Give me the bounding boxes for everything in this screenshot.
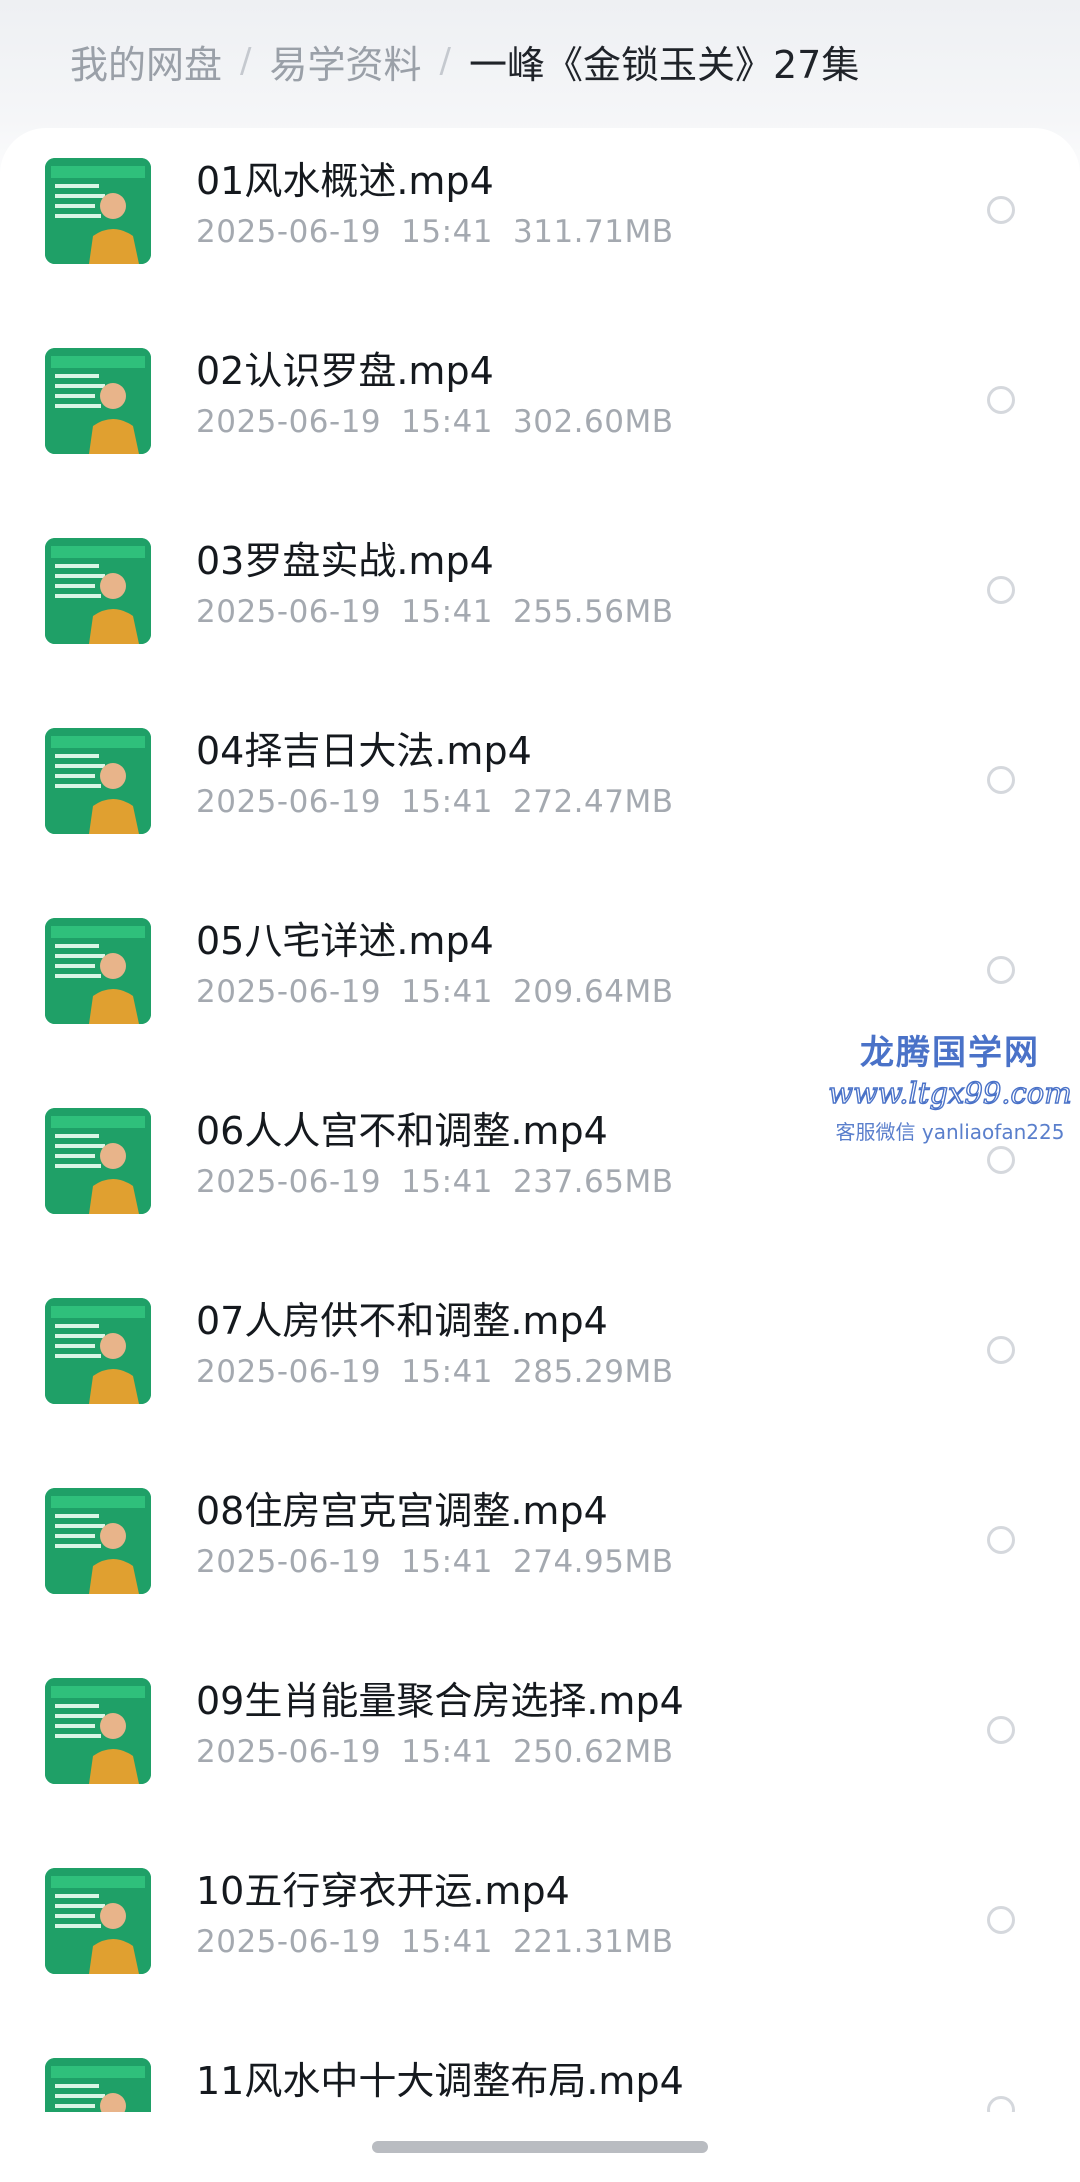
select-radio[interactable] bbox=[987, 196, 1015, 224]
file-name: 05八宅详述.mp4 bbox=[196, 919, 494, 963]
file-date: 2025-06-19 bbox=[196, 1164, 382, 1200]
file-meta: 2025-06-19 15:41 272.47MB bbox=[196, 784, 674, 820]
select-radio[interactable] bbox=[987, 956, 1015, 984]
file-list-item[interactable]: 01风水概述.mp4 2025-06-19 15:41 311.71MB bbox=[0, 158, 1080, 348]
file-date: 2025-06-19 bbox=[196, 1924, 382, 1960]
breadcrumb-item-my-drive[interactable]: 我的网盘 bbox=[70, 34, 222, 89]
file-date: 2025-06-19 bbox=[196, 214, 382, 250]
file-meta: 2025-06-19 15:41 302.60MB bbox=[196, 404, 674, 440]
file-time: 15:41 bbox=[401, 974, 494, 1010]
file-meta: 2025-06-19 15:41 221.31MB bbox=[196, 1924, 674, 1960]
file-time: 15:41 bbox=[401, 1544, 494, 1580]
file-date: 2025-06-19 bbox=[196, 404, 382, 440]
file-size: 274.95MB bbox=[513, 1544, 674, 1580]
breadcrumb-separator: / bbox=[439, 41, 451, 81]
video-thumbnail-icon bbox=[45, 1488, 151, 1594]
file-name: 11风水中十大调整布局.mp4 bbox=[196, 2059, 684, 2103]
file-size: 255.56MB bbox=[513, 594, 674, 630]
file-name: 04择吉日大法.mp4 bbox=[196, 729, 532, 773]
file-size: 221.31MB bbox=[513, 1924, 674, 1960]
breadcrumb-current-folder: 一峰《金锁玉关》27集 bbox=[468, 42, 860, 87]
file-list-panel: 01风水概述.mp4 2025-06-19 15:41 311.71MB 02认识罗… bbox=[0, 128, 1080, 2118]
file-time: 15:41 bbox=[401, 214, 494, 250]
video-thumbnail-icon bbox=[45, 538, 151, 644]
breadcrumb-item-folder[interactable]: 易学资料 bbox=[269, 34, 421, 89]
file-meta: 2025-06-19 15:41 237.65MB bbox=[196, 1164, 674, 1200]
file-meta: 2025-06-19 15:41 255.56MB bbox=[196, 594, 674, 630]
video-thumbnail-icon bbox=[45, 2058, 151, 2118]
select-radio[interactable] bbox=[987, 766, 1015, 794]
file-meta: 2025-06-19 15:41 274.95MB bbox=[196, 1544, 674, 1580]
file-time: 15:41 bbox=[401, 1354, 494, 1390]
file-name: 02认识罗盘.mp4 bbox=[196, 349, 494, 393]
file-name: 06人人宫不和调整.mp4 bbox=[196, 1109, 608, 1153]
file-size: 209.64MB bbox=[513, 974, 674, 1010]
file-name: 08住房宫克宫调整.mp4 bbox=[196, 1489, 608, 1533]
file-date: 2025-06-19 bbox=[196, 784, 382, 820]
file-time: 15:41 bbox=[401, 1924, 494, 1960]
video-thumbnail-icon bbox=[45, 1678, 151, 1784]
file-time: 15:41 bbox=[401, 1734, 494, 1770]
file-date: 2025-06-19 bbox=[196, 594, 382, 630]
file-list-item[interactable]: 07人房供不和调整.mp4 2025-06-19 15:41 285.29MB bbox=[0, 1298, 1080, 1488]
file-size: 302.60MB bbox=[513, 404, 674, 440]
file-name: 09生肖能量聚合房选择.mp4 bbox=[196, 1679, 684, 1723]
select-radio[interactable] bbox=[987, 1336, 1015, 1364]
file-name: 01风水概述.mp4 bbox=[196, 159, 494, 203]
breadcrumb: 我的网盘 / 易学资料 / 一峰《金锁玉关》27集 bbox=[70, 30, 859, 92]
home-indicator[interactable] bbox=[372, 2141, 708, 2153]
file-size: 250.62MB bbox=[513, 1734, 674, 1770]
file-name: 10五行穿衣开运.mp4 bbox=[196, 1869, 570, 1913]
file-size: 237.65MB bbox=[513, 1164, 674, 1200]
file-meta: 2025-06-19 15:41 250.62MB bbox=[196, 1734, 674, 1770]
file-meta: 2025-06-19 15:41 209.64MB bbox=[196, 974, 674, 1010]
file-date: 2025-06-19 bbox=[196, 1544, 382, 1580]
breadcrumb-separator: / bbox=[240, 41, 252, 81]
file-list-item[interactable]: 10五行穿衣开运.mp4 2025-06-19 15:41 221.31MB bbox=[0, 1868, 1080, 2058]
select-radio[interactable] bbox=[987, 1526, 1015, 1554]
video-thumbnail-icon bbox=[45, 1298, 151, 1404]
file-list-item[interactable]: 11风水中十大调整布局.mp4 2025-06-1915:41202.41MB bbox=[0, 2058, 1080, 2118]
select-radio[interactable] bbox=[987, 576, 1015, 604]
file-name: 07人房供不和调整.mp4 bbox=[196, 1299, 608, 1343]
file-size: 285.29MB bbox=[513, 1354, 674, 1390]
video-thumbnail-icon bbox=[45, 1868, 151, 1974]
file-size: 272.47MB bbox=[513, 784, 674, 820]
file-time: 15:41 bbox=[401, 784, 494, 820]
file-time: 15:41 bbox=[401, 404, 494, 440]
select-radio[interactable] bbox=[987, 1716, 1015, 1744]
file-date: 2025-06-19 bbox=[196, 1734, 382, 1770]
file-browser-screen: 我的网盘 / 易学资料 / 一峰《金锁玉关》27集 01风水概述.mp4 202… bbox=[0, 0, 1080, 2182]
file-list-item[interactable]: 08住房宫克宫调整.mp4 2025-06-19 15:41 274.95MB bbox=[0, 1488, 1080, 1678]
file-meta: 2025-06-19 15:41 285.29MB bbox=[196, 1354, 674, 1390]
file-list-item[interactable]: 09生肖能量聚合房选择.mp4 2025-06-19 15:41 250.62MB bbox=[0, 1678, 1080, 1868]
file-meta: 2025-06-19 15:41 311.71MB bbox=[196, 214, 674, 250]
file-list-item[interactable]: 05八宅详述.mp4 2025-06-19 15:41 209.64MB bbox=[0, 918, 1080, 1108]
file-size: 311.71MB bbox=[513, 214, 674, 250]
video-thumbnail-icon bbox=[45, 348, 151, 454]
video-thumbnail-icon bbox=[45, 918, 151, 1024]
file-time: 15:41 bbox=[401, 594, 494, 630]
file-date: 2025-06-19 bbox=[196, 974, 382, 1010]
select-radio[interactable] bbox=[987, 1146, 1015, 1174]
file-name: 03罗盘实战.mp4 bbox=[196, 539, 494, 583]
file-list-item[interactable]: 03罗盘实战.mp4 2025-06-19 15:41 255.56MB bbox=[0, 538, 1080, 728]
file-list-item[interactable]: 04择吉日大法.mp4 2025-06-19 15:41 272.47MB bbox=[0, 728, 1080, 918]
select-radio[interactable] bbox=[987, 386, 1015, 414]
file-list-item[interactable]: 06人人宫不和调整.mp4 2025-06-19 15:41 237.65MB bbox=[0, 1108, 1080, 1298]
video-thumbnail-icon bbox=[45, 728, 151, 834]
file-time: 15:41 bbox=[401, 1164, 494, 1200]
file-date: 2025-06-19 bbox=[196, 1354, 382, 1390]
select-radio[interactable] bbox=[987, 1906, 1015, 1934]
video-thumbnail-icon bbox=[45, 158, 151, 264]
video-thumbnail-icon bbox=[45, 1108, 151, 1214]
file-list-item[interactable]: 02认识罗盘.mp4 2025-06-19 15:41 302.60MB bbox=[0, 348, 1080, 538]
